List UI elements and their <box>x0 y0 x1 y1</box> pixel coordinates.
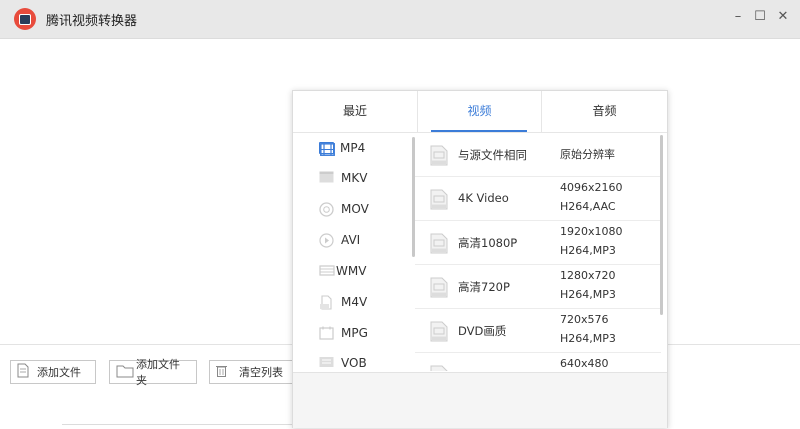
vob-icon <box>319 356 335 370</box>
format-tabs: 最近 视频 音频 <box>293 91 667 133</box>
trash-icon <box>216 364 227 380</box>
preset-name: 高清1080P <box>458 236 518 250</box>
preset-item[interactable]: 4K Video 4096x2160 H264,AAC <box>415 177 661 221</box>
format-item-mpg[interactable]: MPG <box>293 318 411 348</box>
4k-file-icon <box>430 189 448 210</box>
format-item-mov[interactable]: MOV <box>293 194 411 224</box>
add-folder-button[interactable]: 添加文件夹 <box>109 358 197 387</box>
format-label: MP4 <box>340 141 366 155</box>
m4v-icon <box>319 295 335 310</box>
app-logo-icon <box>14 8 36 30</box>
preset-name: DVD画质 <box>458 324 507 338</box>
tab-audio[interactable]: 音频 <box>542 91 667 132</box>
720p-file-icon <box>430 277 448 298</box>
preset-resolution: 1280x720 <box>560 269 616 282</box>
format-item-wmv[interactable]: WMV <box>293 256 411 286</box>
tab-video[interactable]: 视频 <box>418 91 542 132</box>
preset-resolution: 720x576 <box>560 313 609 326</box>
preset-codec: H264,MP3 <box>560 332 616 345</box>
format-item-avi[interactable]: AVI <box>293 225 411 255</box>
preset-codec: H264,MP3 <box>560 288 616 301</box>
1080p-file-icon <box>430 233 448 254</box>
preset-list: 与源文件相同 原始分辨率 4K Video 4096x2160 H264,AAC… <box>415 133 661 371</box>
preset-item[interactable]: 640x480 <box>415 353 661 371</box>
minimize-button[interactable]: – <box>730 9 746 25</box>
film-icon <box>319 142 335 156</box>
preset-list-scrollbar[interactable] <box>660 135 663 315</box>
quicktime-icon <box>319 202 335 217</box>
preset-resolution: 4096x2160 <box>560 181 623 194</box>
add-file-icon <box>17 363 29 381</box>
add-folder-label: 添加文件夹 <box>136 358 180 387</box>
clear-list-label: 清空列表 <box>239 366 283 379</box>
clear-list-button[interactable]: 清空列表 <box>209 360 295 384</box>
add-file-button[interactable]: 添加文件 <box>10 360 96 384</box>
format-label: M4V <box>341 295 368 309</box>
preset-resolution: 640x480 <box>560 357 609 370</box>
preset-codec: H264,AAC <box>560 200 616 213</box>
source-file-icon <box>430 145 448 166</box>
format-item-m4v[interactable]: M4V <box>293 287 411 317</box>
preset-name: 4K Video <box>458 191 509 205</box>
popup-footer <box>293 372 667 428</box>
format-label: MKV <box>341 171 368 185</box>
maximize-button[interactable]: ☐ <box>752 9 768 25</box>
close-button[interactable]: ✕ <box>775 9 791 25</box>
preset-name: 高清720P <box>458 280 510 294</box>
active-tab-indicator <box>431 130 527 132</box>
play-circle-icon <box>319 233 335 248</box>
format-item-mkv[interactable]: MKV <box>293 163 411 193</box>
preset-name: 与源文件相同 <box>458 148 527 162</box>
format-popup: 最近 视频 音频 MP4 MKV MOV AVI WMV M4V MPG VOB… <box>292 90 668 428</box>
clapper-icon <box>319 171 335 185</box>
title-bar: 腾讯视频转换器 – ☐ ✕ <box>0 0 800 39</box>
folder-icon <box>116 364 134 381</box>
tab-video-label: 视频 <box>467 104 492 118</box>
format-label: WMV <box>336 264 367 278</box>
dvd-file-icon <box>430 321 448 342</box>
preset-item[interactable]: 高清720P 1280x720 H264,MP3 <box>415 265 661 309</box>
480p-file-icon <box>430 365 448 371</box>
format-label: VOB <box>341 356 367 370</box>
format-label: AVI <box>341 233 361 247</box>
tab-recent[interactable]: 最近 <box>293 91 418 132</box>
format-label: MPG <box>341 326 368 340</box>
mpg-icon <box>319 326 335 340</box>
format-list: MP4 MKV MOV AVI WMV M4V MPG VOB <box>293 133 413 371</box>
format-label: MOV <box>341 202 369 216</box>
preset-item[interactable]: 高清1080P 1920x1080 H264,MP3 <box>415 221 661 265</box>
format-item-mp4[interactable]: MP4 <box>293 133 411 163</box>
wmv-icon <box>319 264 335 278</box>
preset-codec: H264,MP3 <box>560 244 616 257</box>
preset-resolution: 1920x1080 <box>560 225 623 238</box>
app-title: 腾讯视频转换器 <box>46 14 138 29</box>
preset-resolution: 原始分辨率 <box>560 148 615 161</box>
add-file-label: 添加文件 <box>37 366 81 379</box>
preset-item[interactable]: 与源文件相同 原始分辨率 <box>415 133 661 177</box>
preset-item[interactable]: DVD画质 720x576 H264,MP3 <box>415 309 661 353</box>
